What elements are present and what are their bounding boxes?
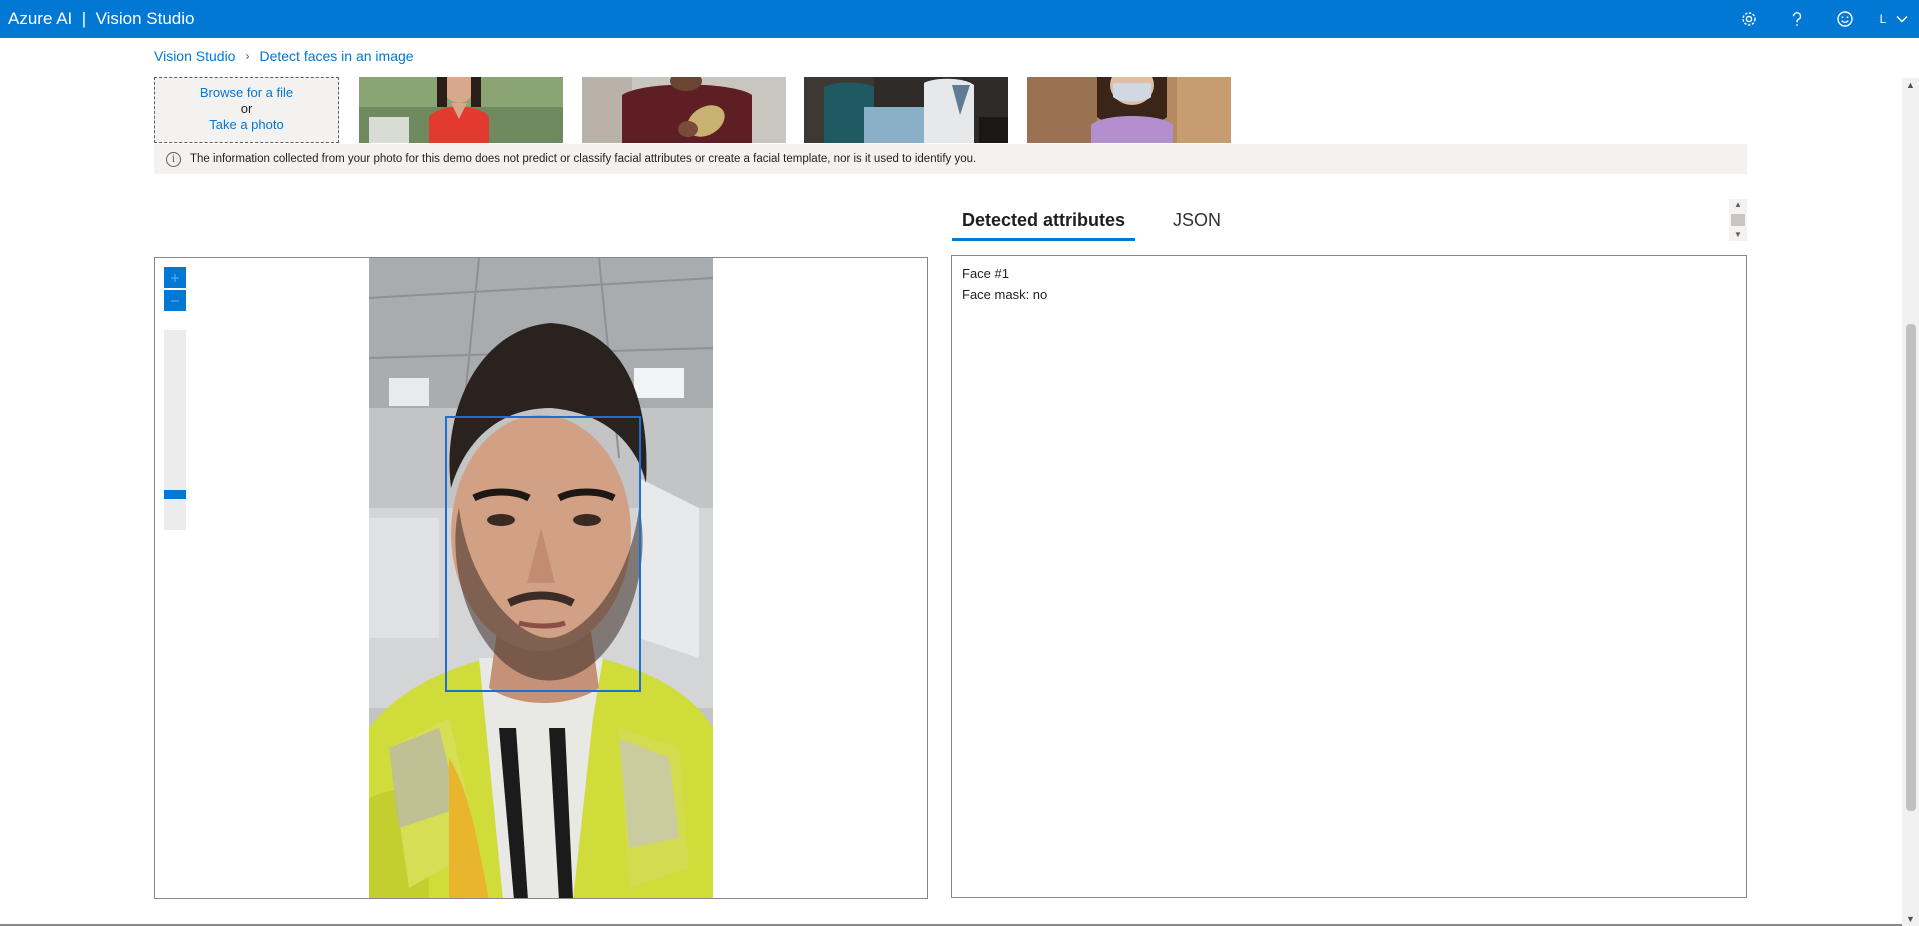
scroll-down-icon[interactable]: ▼ bbox=[1729, 229, 1747, 241]
help-icon[interactable] bbox=[1773, 0, 1821, 38]
result-tabs: Detected attributes JSON bbox=[952, 204, 1231, 241]
upload-cut-text: or bbox=[155, 77, 338, 78]
face-label: Face #1 bbox=[962, 266, 1009, 281]
detected-attributes-panel: Face #1 Face mask: no bbox=[951, 255, 1747, 898]
page-scroll-up-icon[interactable]: ▲ bbox=[1902, 78, 1919, 92]
upload-drop-zone[interactable]: or Browse for a file or Take a photo bbox=[154, 77, 339, 143]
minus-icon bbox=[171, 299, 179, 302]
tab-detected-attributes[interactable]: Detected attributes bbox=[952, 204, 1136, 241]
zoom-slider-thumb[interactable] bbox=[164, 489, 186, 499]
tabs-scroll-thumb[interactable] bbox=[1731, 214, 1745, 226]
gear-icon[interactable] bbox=[1725, 0, 1773, 38]
avatar: L bbox=[1879, 12, 1887, 26]
sample-image-woman-mask[interactable] bbox=[1027, 77, 1231, 143]
browse-file-link[interactable]: Browse for a file bbox=[155, 85, 338, 101]
account-menu-button[interactable]: L bbox=[1869, 0, 1919, 38]
top-bar-icons: L bbox=[1725, 0, 1919, 38]
chevron-down-icon bbox=[1896, 16, 1908, 23]
zoom-in-button[interactable] bbox=[164, 267, 186, 288]
page-scroll-thumb[interactable] bbox=[1906, 324, 1916, 811]
sample-image-woman-red[interactable] bbox=[359, 77, 563, 143]
page-scroll-down-icon[interactable]: ▼ bbox=[1902, 912, 1919, 926]
page-scrollbar[interactable]: ▲ ▼ bbox=[1902, 78, 1919, 926]
plus-icon bbox=[171, 273, 179, 282]
tabs-scrollbar[interactable]: ▲ ▼ bbox=[1729, 199, 1747, 241]
top-bar: Azure AI | Vision Studio L bbox=[0, 0, 1919, 38]
feedback-smiley-icon[interactable] bbox=[1821, 0, 1869, 38]
app-title[interactable]: Azure AI | Vision Studio bbox=[0, 9, 195, 29]
breadcrumb: Vision Studio › Detect faces in an image bbox=[154, 48, 414, 64]
info-icon: i bbox=[166, 151, 181, 167]
privacy-info-text: The information collected from your phot… bbox=[190, 153, 977, 165]
face-bounding-box bbox=[445, 416, 641, 692]
face-mask-value: Face mask: no bbox=[962, 287, 1048, 302]
zoom-slider[interactable] bbox=[164, 330, 186, 530]
privacy-info-bar: i The information collected from your ph… bbox=[154, 144, 1747, 174]
tab-json[interactable]: JSON bbox=[1163, 204, 1231, 241]
image-preview-panel bbox=[154, 257, 928, 899]
zoom-out-button[interactable] bbox=[164, 290, 186, 311]
breadcrumb-detect-faces[interactable]: Detect faces in an image bbox=[259, 48, 413, 64]
analyzed-photo bbox=[369, 258, 713, 898]
scroll-up-icon[interactable]: ▲ bbox=[1729, 199, 1747, 211]
breadcrumb-separator: › bbox=[245, 49, 250, 63]
upload-or-text: or bbox=[240, 101, 253, 116]
take-photo-link[interactable]: Take a photo bbox=[155, 117, 338, 133]
sample-image-man-maroon[interactable] bbox=[582, 77, 786, 143]
breadcrumb-vision-studio[interactable]: Vision Studio bbox=[154, 48, 235, 64]
sample-image-two-women[interactable] bbox=[804, 77, 1008, 143]
